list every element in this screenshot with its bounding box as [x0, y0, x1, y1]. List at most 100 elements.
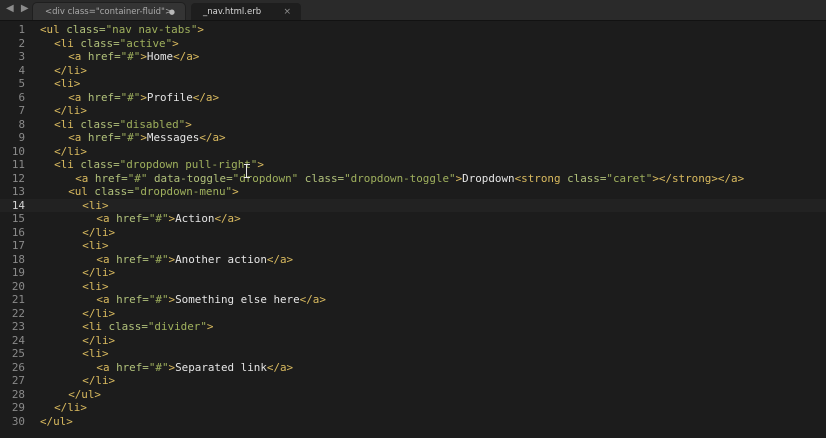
line-number: 13 — [11, 185, 25, 198]
tab-label: <div class="container-fluid"> — [45, 7, 173, 17]
code-token: <a — [96, 252, 117, 266]
code-token: </a> — [266, 360, 294, 374]
code-token: </ul> — [40, 414, 73, 428]
code-line[interactable]: <a href="#">Something else here</a> — [96, 293, 326, 307]
line-number: 19 — [11, 266, 25, 279]
code-token: "#" — [120, 50, 141, 63]
code-area[interactable]: <ul class="nav nav-tabs"> <li class="acti… — [40, 21, 826, 438]
code-token: <a — [68, 50, 88, 63]
code-line[interactable]: <li> — [82, 347, 108, 361]
code-line[interactable]: <a href="#" data-toggle="dropdown" class… — [75, 172, 744, 186]
code-token: </a> — [192, 90, 220, 104]
code-token: "nav nav-tabs" — [105, 23, 198, 36]
code-line[interactable]: <a href="#">Profile</a> — [68, 91, 219, 105]
code-line[interactable]: <a href="#">Action</a> — [96, 212, 240, 226]
code-token: <li> — [54, 77, 81, 90]
code-token: <li> — [82, 239, 109, 252]
code-token: </li> — [54, 401, 87, 414]
code-line[interactable]: <a href="#">Separated link</a> — [96, 361, 293, 375]
code-token: <ul — [68, 185, 95, 198]
code-line[interactable]: <li class="active"> — [54, 37, 179, 51]
code-line[interactable]: <ul class="dropdown-menu"> — [68, 185, 239, 199]
code-token: > — [197, 23, 204, 36]
tab-nav-html-erb[interactable]: _nav.html.erb × — [190, 2, 302, 20]
line-number: 18 — [11, 252, 25, 266]
code-token: <li — [54, 36, 81, 50]
code-line[interactable]: </li> — [82, 226, 115, 240]
line-number: 11 — [11, 158, 25, 171]
code-line[interactable]: </li> — [54, 104, 87, 118]
code-token: </li> — [82, 266, 116, 279]
code-token: "#" — [127, 171, 154, 185]
code-token: </li> — [54, 63, 87, 77]
code-token: "dropdown-menu" — [133, 185, 233, 198]
code-line[interactable]: </li> — [82, 266, 115, 280]
code-line[interactable]: <a href="#">Home</a> — [68, 50, 199, 64]
code-token: > — [257, 158, 264, 171]
code-line[interactable]: <li> — [54, 77, 80, 91]
code-line[interactable]: <li class="disabled"> — [54, 118, 192, 132]
code-token: "dropdown pull-right" — [119, 158, 258, 171]
code-line[interactable]: <li class="dropdown pull-right"> — [54, 158, 264, 172]
line-number: 16 — [11, 225, 25, 239]
line-number: 3 — [18, 50, 25, 63]
code-token: > — [232, 185, 239, 198]
code-line[interactable]: </li> — [54, 401, 87, 415]
code-line[interactable]: </li> — [82, 307, 115, 321]
unsaved-dot-icon[interactable]: ● — [169, 3, 175, 21]
tab-container-fluid[interactable]: <div class="container-fluid"> ● — [32, 2, 186, 20]
code-editor[interactable]: 1 2 3 4 5 6 7 8 9 10 11 12 13 14 15 16 17 18 19 20 21 22 23 24 2… — [0, 21, 826, 438]
line-number: 4 — [18, 63, 25, 77]
code-token: <a — [96, 293, 117, 306]
code-token: </a> — [173, 50, 200, 63]
code-token: </ul> — [68, 387, 101, 401]
line-number: 6 — [18, 90, 25, 104]
line-number: 26 — [11, 360, 25, 374]
code-token: Something else here — [175, 293, 300, 306]
code-token: data-toggle= — [153, 171, 233, 185]
code-line[interactable]: <li> — [82, 239, 108, 253]
code-token: href= — [116, 212, 149, 225]
code-line[interactable]: </li> — [54, 64, 87, 78]
code-token: "#" — [148, 252, 169, 266]
code-token: </li> — [82, 225, 116, 239]
line-number-gutter: 1 2 3 4 5 6 7 8 9 10 11 12 13 14 15 16 17 18 19 20 21 22 23 24 2… — [0, 21, 30, 438]
code-token: <a — [96, 212, 117, 225]
code-line[interactable]: </li> — [82, 374, 115, 388]
code-token: "#" — [148, 212, 169, 225]
code-line[interactable]: </ul> — [68, 388, 101, 402]
code-token: </li> — [54, 104, 87, 117]
code-line[interactable]: <ul class="nav nav-tabs"> — [40, 23, 204, 37]
line-number: 9 — [18, 131, 25, 144]
code-token: class= — [94, 185, 134, 198]
line-number: 7 — [18, 104, 25, 117]
code-line[interactable]: </li> — [54, 145, 87, 159]
code-token: Another action — [175, 252, 267, 266]
code-line[interactable]: <a href="#">Another action</a> — [96, 253, 293, 267]
code-line[interactable]: </li> — [82, 334, 115, 348]
line-number: 5 — [18, 77, 25, 90]
code-token: > — [185, 117, 192, 131]
code-token: </li> — [54, 144, 87, 158]
code-token: "active" — [119, 36, 173, 50]
close-icon[interactable]: × — [283, 3, 291, 21]
line-number: 29 — [11, 401, 25, 414]
code-token: class= — [567, 171, 607, 185]
code-line[interactable]: </ul> — [40, 415, 73, 429]
tab-label: _nav.html.erb — [203, 7, 262, 17]
code-token: Home — [146, 50, 174, 63]
code-token: <li — [54, 117, 81, 131]
tab-nav-arrows-icon[interactable]: ◀ ▶ — [6, 3, 31, 14]
code-token: <li> — [82, 279, 109, 293]
code-token: "caret" — [606, 171, 653, 185]
code-token: <li — [82, 320, 109, 333]
code-token: ></strong></a> — [652, 171, 745, 185]
code-line[interactable]: <li class="divider"> — [82, 320, 213, 334]
code-token: </li> — [82, 306, 116, 320]
line-number: 1 — [18, 23, 25, 36]
code-line[interactable]: <a href="#">Messages</a> — [68, 131, 225, 145]
code-line[interactable]: <li> — [82, 199, 108, 213]
code-line[interactable]: <li> — [82, 280, 108, 294]
line-number: 21 — [11, 293, 25, 306]
code-token: </li> — [82, 374, 116, 387]
